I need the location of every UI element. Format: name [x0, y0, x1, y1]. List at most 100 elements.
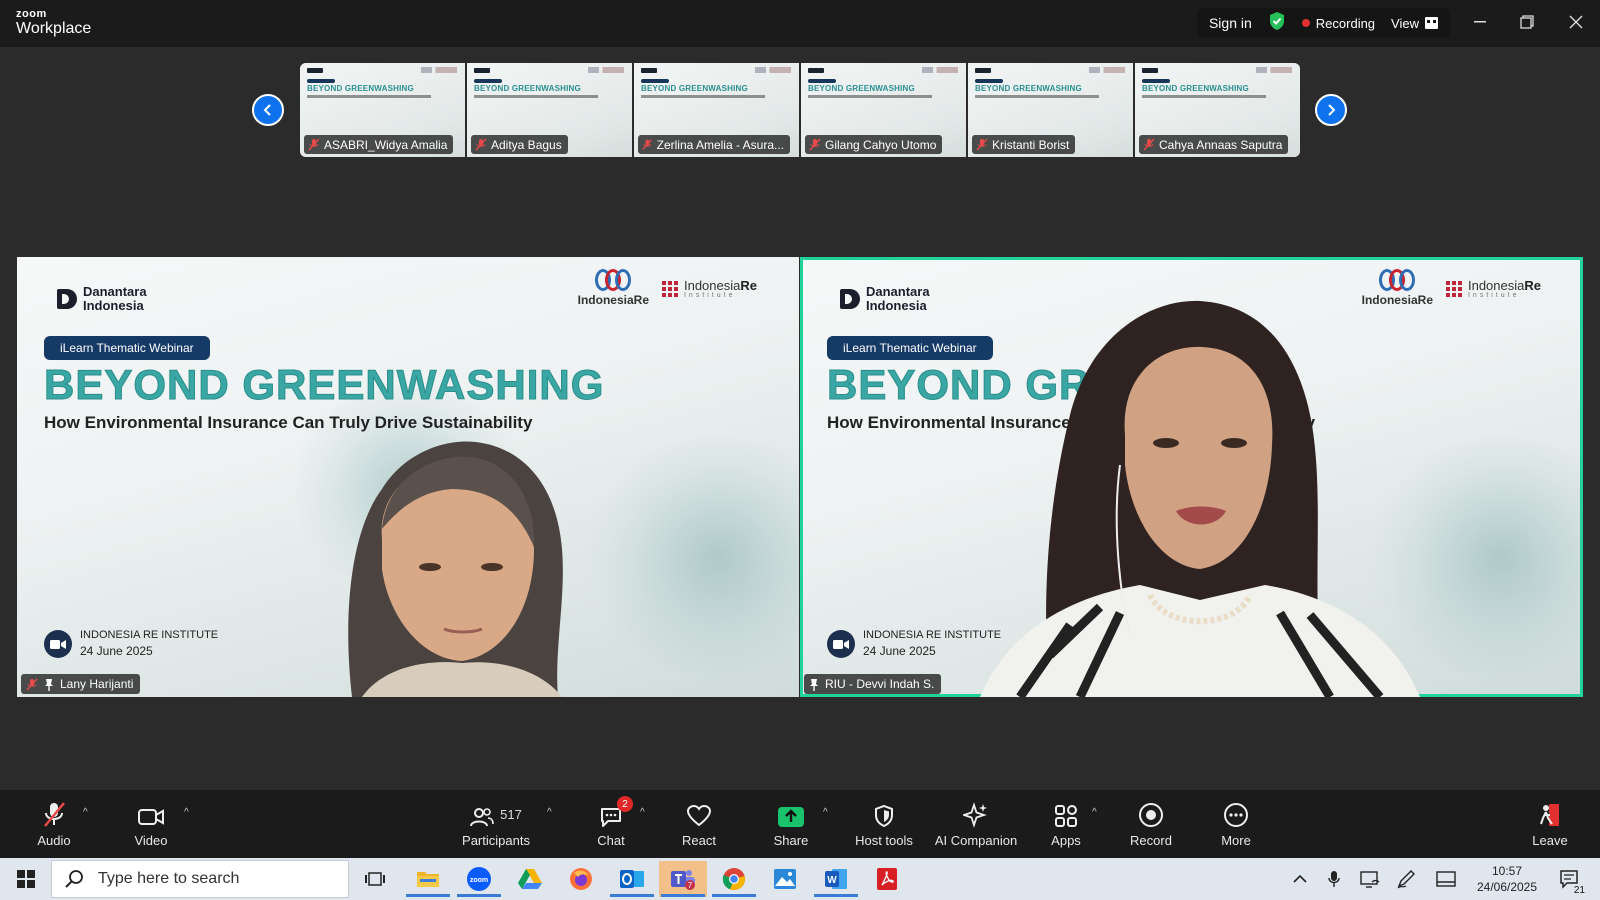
word-app[interactable]: W	[812, 861, 860, 897]
chrome-app[interactable]	[710, 861, 758, 897]
participant-thumbnail[interactable]: BEYOND GREENWASHING Kristanti Borist	[968, 63, 1135, 157]
start-button[interactable]	[2, 861, 50, 897]
close-button[interactable]	[1564, 10, 1588, 34]
audio-options-caret[interactable]: ^	[83, 807, 88, 818]
leave-button[interactable]: Leave	[1510, 800, 1590, 848]
sign-in-button[interactable]: Sign in	[1209, 15, 1252, 31]
chat-options-caret[interactable]: ^	[640, 807, 645, 818]
thumb-slide-title: BEYOND GREENWASHING	[808, 84, 915, 93]
firefox-app[interactable]	[557, 861, 605, 897]
chevron-up-icon	[1293, 874, 1307, 883]
google-drive-app[interactable]	[506, 861, 554, 897]
previous-page-button[interactable]	[252, 94, 284, 126]
thumb-pill	[975, 79, 1003, 83]
thumb-logo	[808, 68, 824, 73]
participants-icon	[470, 808, 494, 827]
network-tray-button[interactable]	[1356, 858, 1384, 900]
meeting-toolbar: Audio ^ Video ^ 517 Participants ^ 2 Cha…	[0, 790, 1600, 858]
outlook-app[interactable]	[608, 861, 656, 897]
google-drive-icon	[518, 869, 542, 889]
participant-thumbnail[interactable]: BEYOND GREENWASHING Zerlina Amelia - Asu…	[634, 63, 801, 157]
apps-options-caret[interactable]: ^	[1092, 807, 1097, 818]
view-label: View	[1391, 15, 1419, 31]
taskbar-search-box[interactable]: Type here to search	[51, 860, 349, 898]
video-button[interactable]: Video	[111, 800, 191, 848]
sparkle-icon	[963, 802, 987, 828]
video-tile-left[interactable]: Danantara Indonesia IndonesiaRe Indonesia…	[17, 257, 799, 697]
chat-unread-badge: 2	[617, 796, 633, 812]
participant-thumbnail[interactable]: BEYOND GREENWASHING Gilang Cahyo Utomo	[801, 63, 968, 157]
leave-icon	[1540, 804, 1559, 826]
participant-thumbnail[interactable]: BEYOND GREENWASHING Aditya Bagus	[467, 63, 634, 157]
chat-button[interactable]: 2 Chat	[571, 796, 651, 848]
iri-name-b: Re	[740, 278, 757, 293]
indonesia-re-name: IndonesiaRe	[577, 293, 649, 307]
touch-keyboard-button[interactable]	[1432, 858, 1460, 900]
audio-button[interactable]: Audio	[14, 800, 94, 848]
thumb-logo	[641, 68, 657, 73]
firefox-icon	[570, 868, 592, 890]
danantara-mark	[840, 288, 860, 309]
participant-thumbnail[interactable]: BEYOND GREENWASHING ASABRI_Widya Amalia	[300, 63, 467, 157]
host-tools-label: Host tools	[855, 833, 913, 848]
microphone-tray-button[interactable]	[1322, 858, 1346, 900]
share-button[interactable]: Share	[751, 800, 831, 848]
react-button[interactable]: React	[659, 800, 739, 848]
thumb-pill	[641, 79, 669, 83]
danantara-mark	[57, 288, 77, 309]
ai-companion-label: AI Companion	[934, 833, 1018, 848]
notification-center-button[interactable]: 21	[1552, 858, 1588, 900]
spotlight-pin-icon	[810, 678, 818, 691]
outlook-icon	[620, 870, 644, 888]
thumb-subtitle-line	[307, 95, 431, 98]
next-page-button[interactable]	[1315, 94, 1347, 126]
minimize-button[interactable]	[1468, 10, 1492, 34]
indonesia-re-institute-logo: IndonesiaRe Institute	[661, 278, 757, 299]
background-splash	[577, 437, 799, 677]
teams-app[interactable]: 7	[659, 861, 707, 897]
thumb-pill	[1142, 79, 1170, 83]
participant-name: RIU - Devvi Indah S.	[825, 677, 935, 691]
teams-icon: 7	[671, 870, 695, 890]
record-button[interactable]: Record	[1111, 800, 1191, 848]
more-button[interactable]: More	[1196, 800, 1276, 848]
danantara-logo: Danantara Indonesia	[57, 285, 147, 312]
restore-button[interactable]	[1515, 10, 1539, 34]
security-shield-icon[interactable]	[1268, 11, 1286, 36]
taskbar-clock[interactable]: 10:57 24/06/2025	[1472, 863, 1542, 895]
share-options-caret[interactable]: ^	[823, 807, 828, 818]
brand-small: zoom	[16, 8, 47, 20]
participant-name: Cahya Annaas Saputra	[1159, 137, 1283, 152]
participant-name: Aditya Bagus	[491, 137, 562, 152]
video-tile-right[interactable]: Danantara Indonesia IndonesiaRe Indonesia…	[800, 257, 1583, 697]
ai-companion-button[interactable]: AI Companion	[934, 800, 1018, 848]
task-view-button[interactable]	[351, 861, 399, 897]
participants-options-caret[interactable]: ^	[547, 807, 552, 818]
event-date: 24 June 2025	[863, 644, 936, 659]
pen-tray-button[interactable]	[1392, 858, 1420, 900]
participant-thumbnail[interactable]: BEYOND GREENWASHING Cahya Annaas Saputra	[1135, 63, 1300, 157]
zoom-app[interactable]: zoom	[455, 861, 503, 897]
thumb-slide-title: BEYOND GREENWASHING	[1142, 84, 1249, 93]
video-options-caret[interactable]: ^	[184, 807, 189, 818]
host-tools-button[interactable]: Host tools	[844, 800, 924, 848]
photos-app[interactable]	[761, 861, 809, 897]
record-dot-icon	[1301, 19, 1310, 27]
acrobat-app[interactable]	[863, 861, 911, 897]
brand-large: Workplace	[16, 20, 92, 37]
muted-mic-icon	[308, 138, 320, 151]
word-icon: W	[825, 869, 847, 889]
participants-button[interactable]: 517 Participants	[456, 800, 536, 848]
thumb-subtitle-line	[641, 95, 765, 98]
thumb-subtitle-line	[1142, 95, 1266, 98]
file-explorer-app[interactable]	[404, 861, 452, 897]
participants-count: 517	[500, 807, 522, 822]
task-view-icon	[365, 872, 385, 886]
danantara-line2: Indonesia	[866, 297, 927, 313]
muted-mic-icon	[976, 138, 988, 151]
recording-indicator[interactable]: Recording	[1301, 16, 1375, 31]
show-hidden-icons-button[interactable]	[1288, 858, 1312, 900]
title-bar: zoom Workplace Sign in Recording View	[0, 0, 1600, 47]
view-button[interactable]: View	[1391, 16, 1438, 31]
webinar-pill: iLearn Thematic Webinar	[827, 336, 993, 360]
